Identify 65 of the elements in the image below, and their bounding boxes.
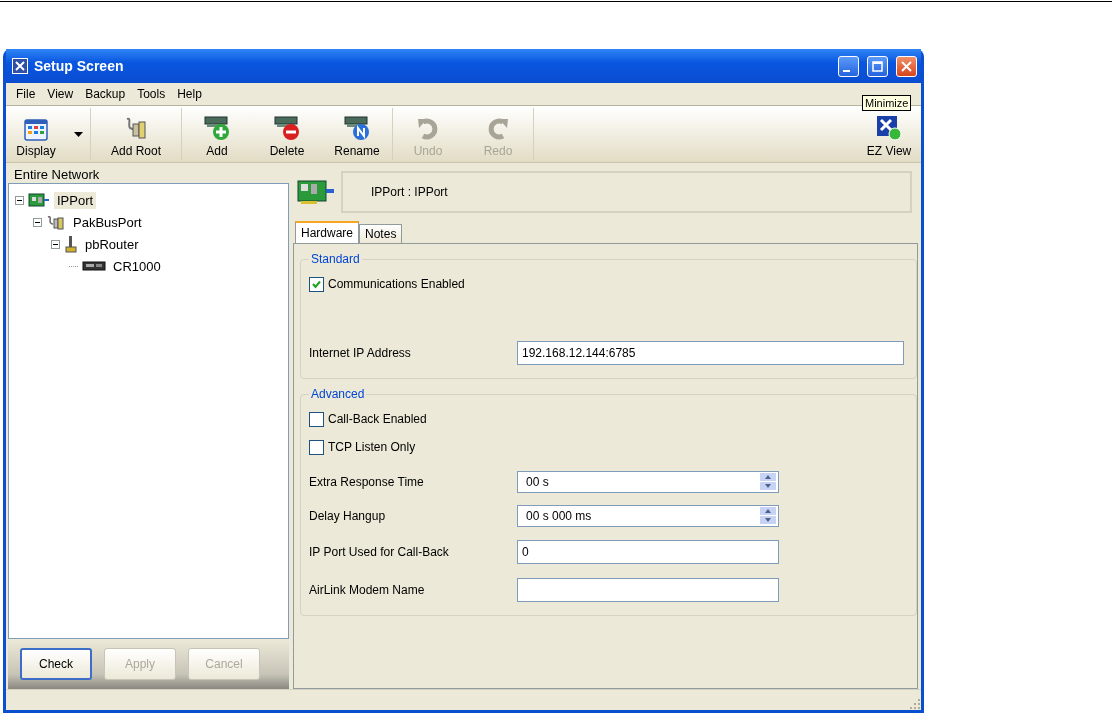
group-title: Advanced [310, 387, 366, 401]
checkbox[interactable] [309, 439, 324, 455]
checkbox-label: Communications Enabled [328, 277, 465, 291]
tooltip: Minimize [862, 95, 912, 111]
checkbox[interactable] [309, 411, 324, 427]
tree-item[interactable]: IPPort [54, 191, 97, 209]
checkbox-label: Call-Back Enabled [328, 412, 427, 426]
field-label: Extra Response Time [309, 475, 425, 489]
group-title: Standard [310, 252, 361, 266]
circuit-board-icon [28, 193, 50, 207]
spinner-field[interactable]: 00 s 000 ms [517, 505, 779, 527]
toolbar-button[interactable]: Add Root [91, 106, 181, 162]
menu-item[interactable]: View [41, 87, 80, 101]
tab[interactable]: Notes [359, 224, 403, 243]
tree-item[interactable]: pbRouter [82, 235, 142, 253]
antenna-router-icon [64, 235, 78, 253]
pane-title: Entire Network [13, 165, 101, 183]
menu-item[interactable]: Tools [131, 87, 172, 101]
field-label: AirLink Modem Name [309, 583, 426, 597]
tree-item[interactable]: PakBusPort [70, 213, 145, 231]
toolbar-button[interactable]: Display [6, 106, 66, 162]
menu-item[interactable]: Help [171, 87, 208, 101]
toolbar-button[interactable]: Delete [252, 106, 322, 162]
collapse-toggle[interactable] [51, 239, 60, 249]
text-field[interactable]: 0 [517, 540, 779, 564]
caret-icon[interactable] [73, 131, 83, 137]
tree-item[interactable]: CR1000 [110, 257, 164, 275]
window-title: Setup Screen [34, 58, 125, 74]
collapse-toggle[interactable] [15, 195, 24, 205]
resize-grip-icon [909, 698, 921, 710]
grid-window-icon [24, 119, 48, 141]
checkbox[interactable] [309, 276, 324, 292]
menu-item[interactable]: File [10, 87, 42, 101]
field-label: Internet IP Address [309, 346, 412, 360]
checkbox-label: TCP Listen Only [328, 440, 416, 454]
maximize-button[interactable] [867, 55, 888, 77]
toolbar-button[interactable]: Rename [322, 106, 392, 162]
close-icon [901, 60, 912, 72]
field-label: IP Port Used for Call-Back [309, 545, 450, 559]
menu-item[interactable]: Backup [79, 87, 132, 101]
text-field[interactable]: 192.168.12.144:6785 [517, 341, 904, 365]
tab[interactable]: Hardware [295, 221, 360, 243]
spin-down-icon[interactable] [760, 482, 776, 490]
minimize-icon [843, 69, 850, 72]
collapse-toggle[interactable] [33, 217, 42, 227]
card-n-icon [343, 115, 371, 141]
minimize-button[interactable] [838, 55, 859, 77]
cable-plug-icon [46, 214, 66, 230]
field-label: Delay Hangup [309, 509, 387, 523]
text-field[interactable] [517, 578, 779, 602]
spin-down-icon[interactable] [760, 516, 776, 524]
spinner-field[interactable]: 00 s [517, 471, 779, 493]
spin-up-icon[interactable] [760, 473, 776, 481]
toolbar-button[interactable]: Add [182, 106, 252, 162]
check-icon [312, 279, 321, 289]
card-plus-icon [203, 115, 231, 141]
spin-up-icon[interactable] [760, 507, 776, 515]
app-icon [12, 58, 28, 74]
circuit-board-icon [297, 179, 335, 205]
action-button[interactable]: Check [20, 648, 92, 680]
datalogger-icon [82, 261, 106, 271]
maximize-icon [872, 60, 883, 72]
card-minus-icon [273, 115, 301, 141]
device-heading: IPPort : IPPort [371, 185, 448, 199]
close-button[interactable] [896, 55, 917, 77]
